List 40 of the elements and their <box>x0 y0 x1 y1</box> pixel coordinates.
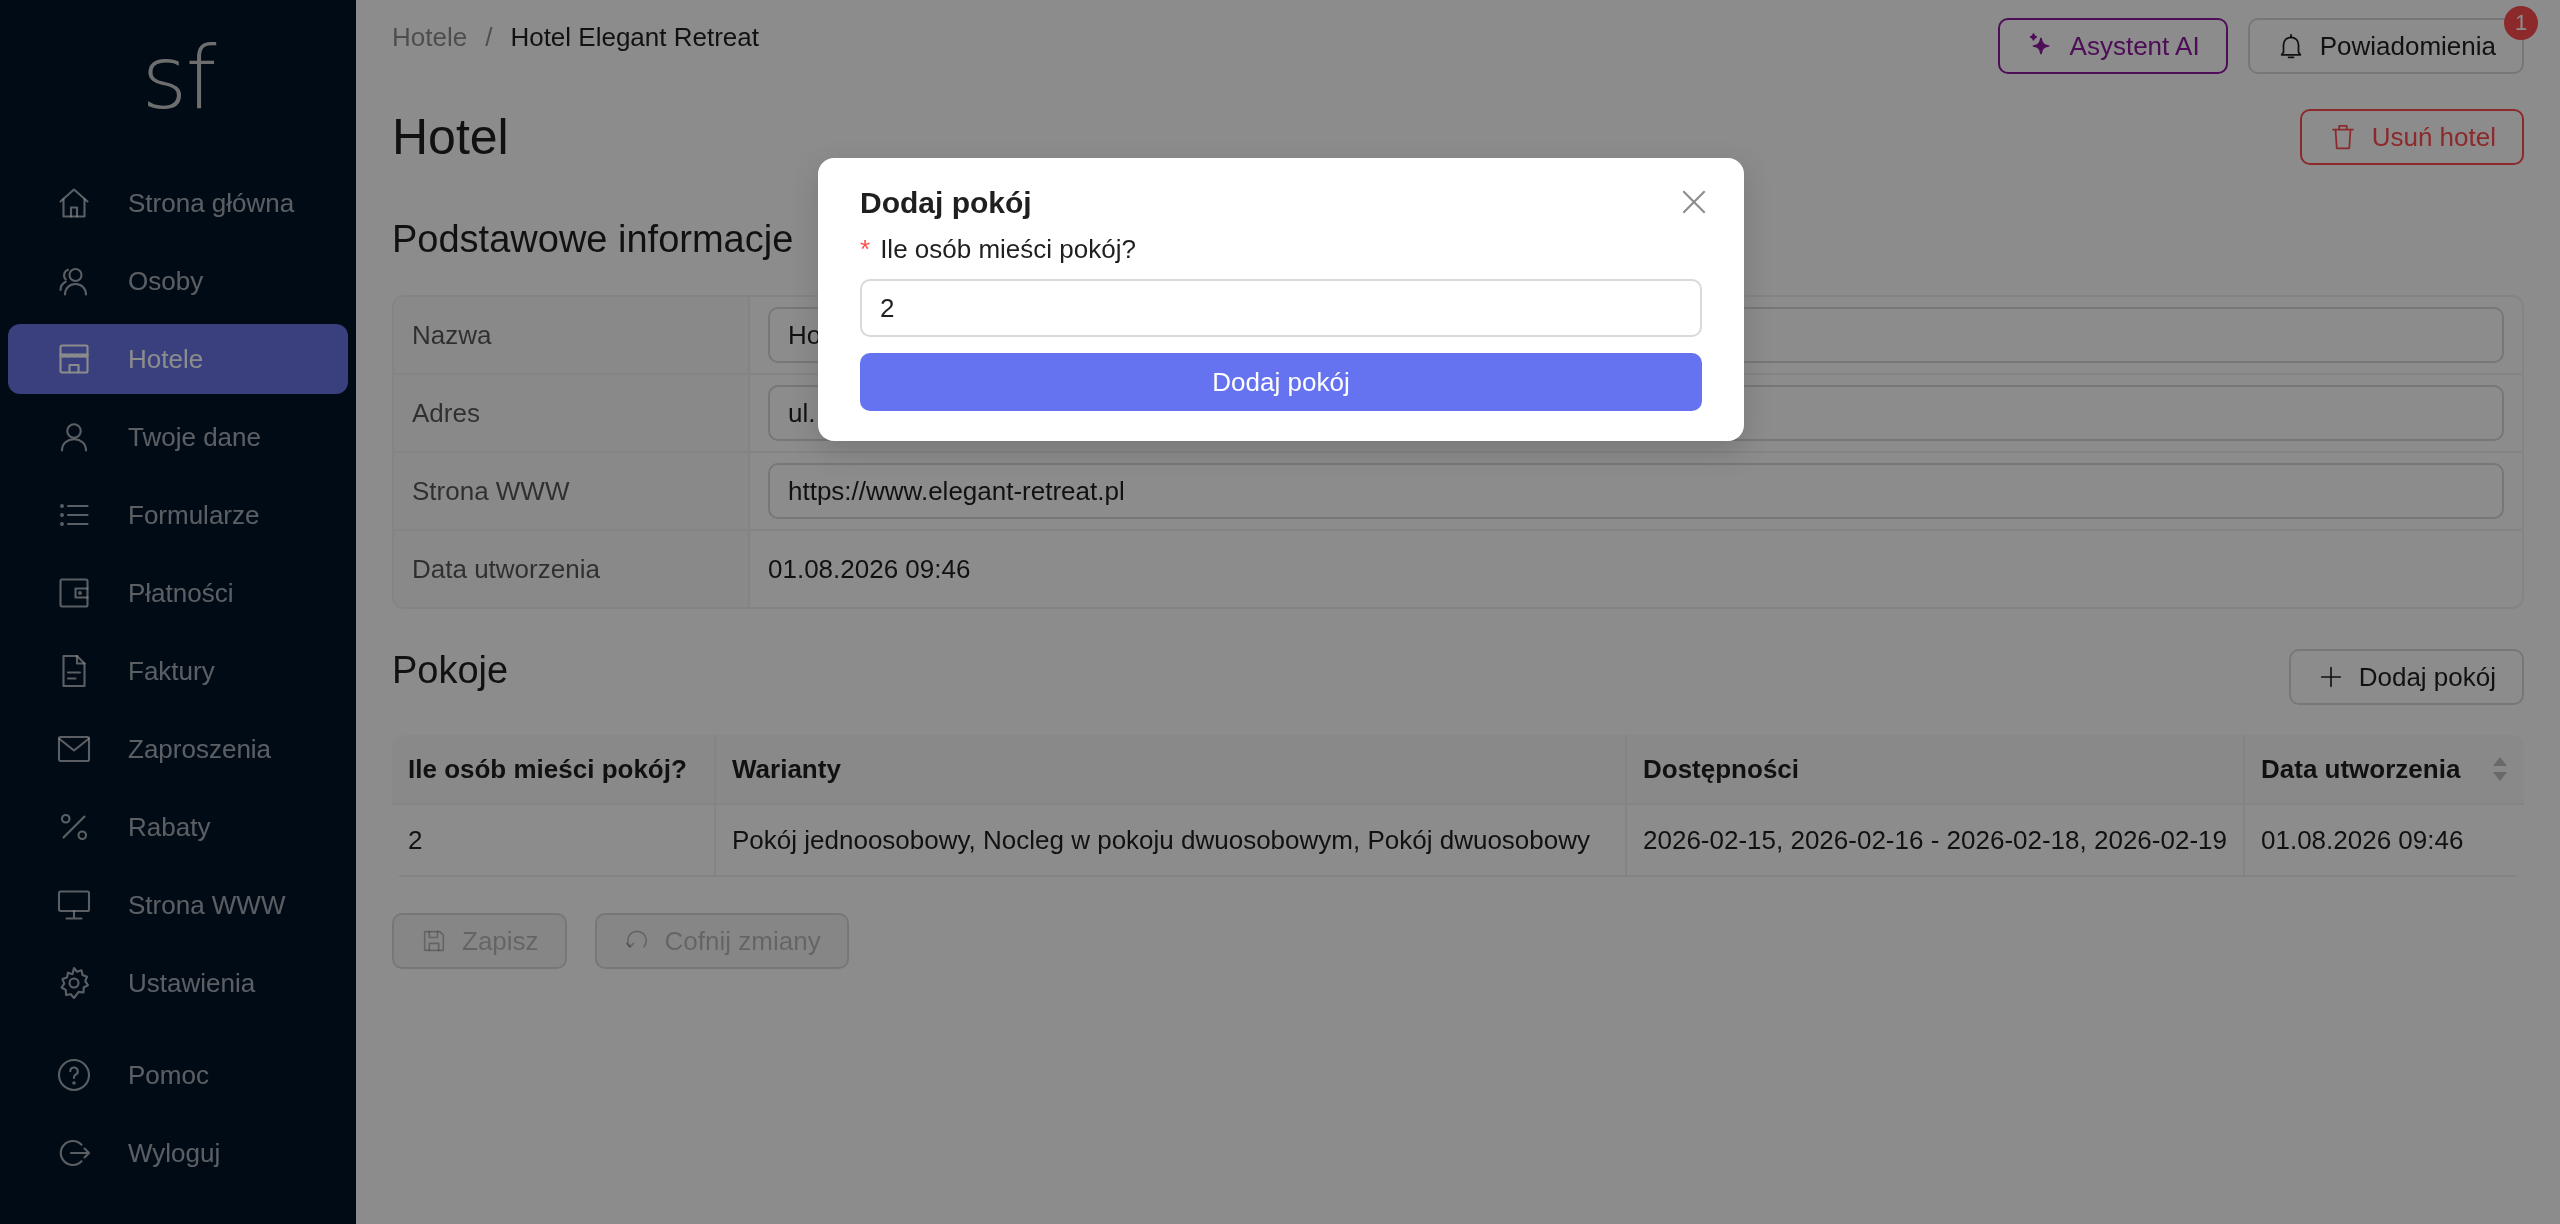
input-field[interactable]: https://www.elegant-retreat.pl <box>768 463 2504 519</box>
notification-badge: 1 <box>2504 6 2538 40</box>
sidebar-item[interactable]: Pomoc <box>8 1040 348 1110</box>
table-cell: 2026-02-15, 2026-02-16 - 2026-02-18, 2026-02-19 <box>1626 804 2244 876</box>
column-header: Warianty <box>715 735 1626 804</box>
delete-button[interactable]: Usuń hotel <box>2299 109 2524 165</box>
sidebar-item[interactable]: Rabaty <box>8 792 348 862</box>
assistant-button[interactable]: Asystent AI <box>1997 18 2228 74</box>
dialog-title: Dodaj pokój <box>860 186 1032 220</box>
table-cell: 2 <box>392 804 715 876</box>
sidebar-item[interactable]: Strona WWW <box>8 870 348 940</box>
sidebar-item[interactable]: Twoje dane <box>8 402 348 472</box>
sidebar-item[interactable]: Formularze <box>8 480 348 550</box>
breadcrumb-separator: / <box>485 22 493 53</box>
section-title: Podstawowe informacje <box>392 218 794 261</box>
section-title: Pokoje <box>392 649 509 692</box>
sidebar-item[interactable]: Wyloguj <box>8 1118 348 1188</box>
field-label: Ile osób mieści pokój? <box>880 234 1136 265</box>
input-field[interactable]: 2 <box>860 279 1702 337</box>
sidebar-item[interactable]: Ustawienia <box>8 948 348 1018</box>
sidebar-item[interactable]: Strona główna <box>8 168 348 238</box>
sidebar-item[interactable]: Płatności <box>8 558 348 628</box>
table-cell: Pokój jednoosobowy, Nocleg w pokoju dwuosobowym, Pokój dwuosobowy <box>715 804 1626 876</box>
sidebar-item[interactable]: Zaproszenia <box>8 714 348 784</box>
page-title: Hotel <box>392 108 509 166</box>
breadcrumb-link[interactable]: Hotele <box>392 22 468 53</box>
logo: sf <box>141 34 215 122</box>
column-header: Ile osób mieści pokój? <box>392 735 715 804</box>
breadcrumb-current: Hotel Elegant Retreat <box>510 22 759 53</box>
sidebar-item[interactable]: Hotele <box>8 324 348 394</box>
field-value: 01.08.2026 09:46 <box>768 553 971 585</box>
required-mark: * <box>860 234 871 265</box>
submit-button[interactable]: Dodaj pokój <box>860 353 1702 411</box>
column-header[interactable]: Data utworzenia <box>2244 735 2524 804</box>
add-room-button[interactable]: Dodaj pokój <box>2288 649 2524 705</box>
sidebar-item[interactable]: Faktury <box>8 636 348 706</box>
column-header: Dostępności <box>1626 735 2244 804</box>
shop-icon <box>56 341 92 377</box>
sidebar-item[interactable]: Osoby <box>8 246 348 316</box>
table-cell: 01.08.2026 09:46 <box>2244 804 2524 876</box>
